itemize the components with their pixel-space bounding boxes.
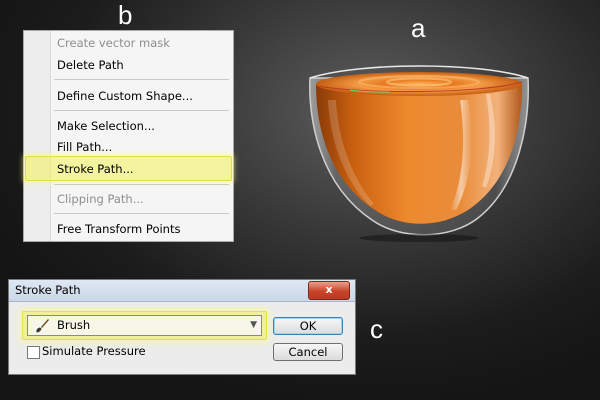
glass-bowl-artwork [309, 65, 529, 242]
brush-icon [36, 319, 49, 333]
menu-separator [54, 213, 229, 214]
context-menu: Create vector mask Delete Path Define Cu… [23, 30, 234, 242]
menu-gutter [24, 31, 51, 241]
dialog-title: Stroke Path [15, 283, 81, 297]
menu-separator [54, 79, 229, 80]
ok-button[interactable]: OK [273, 317, 343, 335]
cancel-button[interactable]: Cancel [273, 343, 343, 361]
close-button[interactable]: x [308, 281, 350, 300]
simulate-pressure-label[interactable]: Simulate Pressure [42, 344, 146, 359]
tool-select[interactable]: Brush ▼ [27, 315, 262, 336]
menu-separator [54, 110, 229, 111]
menu-item-define-custom-shape[interactable]: Define Custom Shape... [57, 87, 193, 105]
menu-item-stroke-path[interactable]: Stroke Path... [57, 160, 134, 178]
step-label-a: a [411, 13, 426, 43]
simulate-pressure-checkbox[interactable] [27, 346, 40, 359]
menu-item-free-transform-points[interactable]: Free Transform Points [57, 220, 180, 238]
stroke-path-dialog: Stroke Path x Brush ▼ Simulate Pressure … [8, 279, 356, 375]
menu-item-delete-path[interactable]: Delete Path [57, 56, 124, 74]
chevron-down-icon[interactable]: ▼ [250, 318, 257, 333]
menu-item-create-vector-mask: Create vector mask [57, 36, 170, 50]
close-icon: x [325, 283, 333, 296]
menu-item-fill-path[interactable]: Fill Path... [57, 138, 112, 156]
step-label-b: b [118, 0, 133, 30]
dialog-titlebar[interactable]: Stroke Path x [9, 280, 355, 302]
menu-item-make-selection[interactable]: Make Selection... [57, 117, 155, 135]
tool-select-value: Brush [57, 318, 91, 332]
menu-separator [54, 184, 229, 185]
step-label-c: c [370, 314, 383, 344]
menu-item-clipping-path: Clipping Path... [57, 192, 144, 206]
